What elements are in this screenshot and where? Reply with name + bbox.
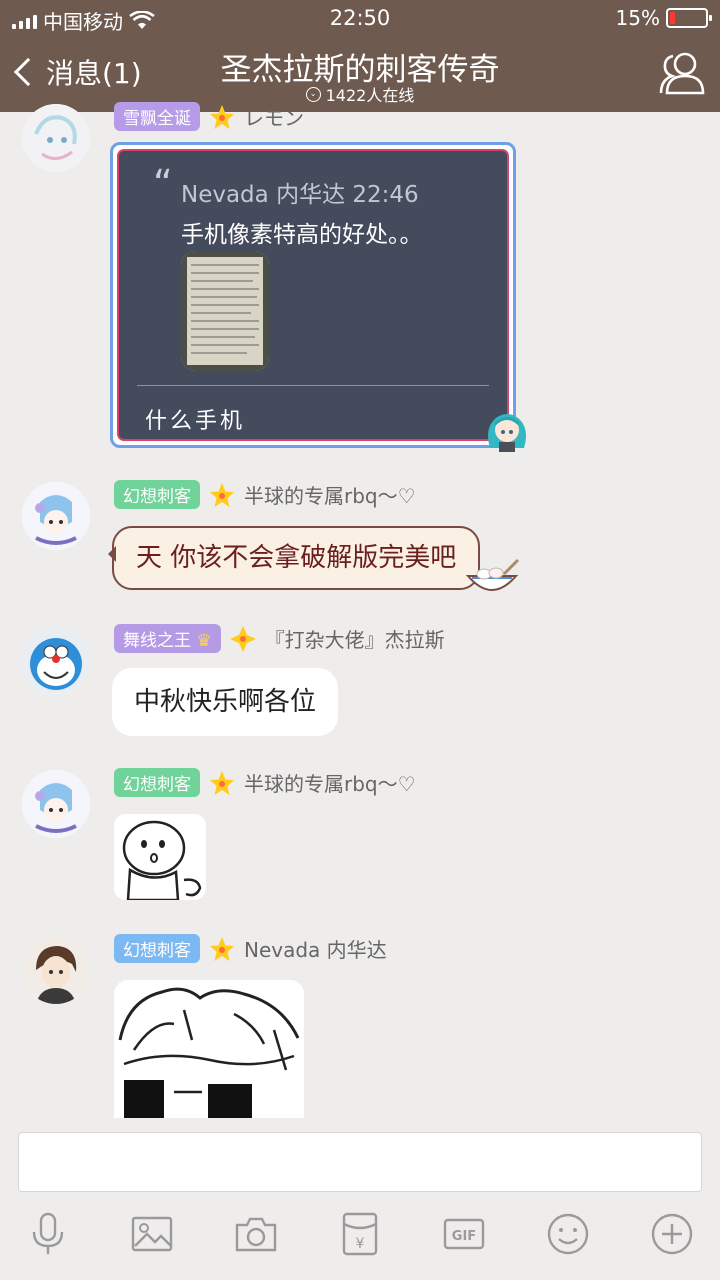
user-title-label: 舞线之王	[123, 631, 191, 651]
sender-name[interactable]: Nevada 内华达	[244, 934, 387, 963]
sender-name[interactable]: 半球的专属rbq～♡	[244, 480, 416, 509]
avatar[interactable]	[22, 482, 90, 550]
message-meta: 雪飘全诞 レモン	[114, 102, 304, 131]
svg-text:¥: ¥	[356, 1236, 365, 1252]
members-icon[interactable]	[658, 50, 706, 96]
crown-icon: ♛	[196, 631, 212, 651]
miku-sticker-icon	[488, 414, 526, 452]
battery: 15%	[615, 6, 712, 30]
message-meta: 幻想刺客 Nevada 内华达	[114, 934, 387, 963]
star-badge-icon	[208, 481, 236, 509]
message-meta: 幻想刺客 半球的专属rbq～♡	[114, 768, 416, 797]
avatar[interactable]	[22, 770, 90, 838]
user-title-badge: 雪飘全诞	[114, 102, 200, 131]
divider	[137, 385, 489, 386]
quoted-author: Nevada 内华达 22:46	[181, 182, 419, 208]
microphone-icon[interactable]	[26, 1212, 70, 1260]
star-badge-icon	[208, 769, 236, 797]
svg-text:GIF: GIF	[452, 1229, 476, 1244]
user-title-badge: 幻想刺客	[114, 934, 200, 963]
avatar[interactable]	[22, 936, 90, 1004]
gif-icon[interactable]: GIF	[442, 1212, 486, 1260]
battery-icon	[666, 8, 712, 28]
user-title-badge: 幻想刺客	[114, 768, 200, 797]
sender-name[interactable]: 半球的专属rbq～♡	[244, 768, 416, 797]
reply-text: 什么手机	[145, 409, 246, 434]
quote-reply-bubble[interactable]: “ Nevada 内华达 22:46 手机像素特高的好处。。 什么手机	[110, 142, 516, 448]
toolbar: ¥ GIF	[0, 1212, 720, 1260]
message-input[interactable]	[18, 1132, 702, 1192]
chat-header: 中国移动 22:50 15% 消息(1) 圣杰拉斯的刺客传奇 ⌄ 1422人在线	[0, 0, 720, 112]
star-badge-icon	[208, 103, 236, 131]
user-title-badge: 舞线之王 ♛	[114, 624, 221, 653]
sticker-image[interactable]	[114, 980, 304, 1118]
plus-icon[interactable]	[650, 1212, 694, 1260]
star-badge-icon	[229, 625, 257, 653]
red-packet-icon[interactable]: ¥	[338, 1212, 382, 1260]
sender-name[interactable]: レモン	[244, 102, 304, 131]
user-title-badge: 幻想刺客	[114, 480, 200, 509]
camera-icon[interactable]	[234, 1212, 278, 1260]
sticker-image[interactable]	[114, 814, 206, 900]
quoted-image[interactable]	[181, 251, 269, 371]
clock: 22:50	[329, 6, 391, 30]
quoted-text: 手机像素特高的好处。。	[181, 222, 423, 248]
message-meta: 幻想刺客 半球的专属rbq～♡	[114, 480, 416, 509]
emoji-icon[interactable]	[546, 1212, 590, 1260]
online-count[interactable]: ⌄ 1422人在线	[0, 82, 720, 106]
message-bubble[interactable]: 中秋快乐啊各位	[112, 668, 339, 736]
online-count-label: 1422人在线	[325, 86, 415, 105]
input-area: ¥ GIF	[0, 1118, 720, 1280]
battery-percent: 15%	[615, 6, 660, 30]
star-badge-icon	[208, 935, 236, 963]
status-bar: 中国移动 22:50 15%	[0, 0, 720, 36]
chevron-down-icon: ⌄	[305, 86, 321, 102]
quote-mark-icon: “	[153, 162, 173, 206]
message-meta: 舞线之王 ♛ 『打杂大佬』杰拉斯	[114, 624, 445, 653]
avatar[interactable]	[22, 104, 90, 172]
avatar[interactable]	[22, 626, 90, 694]
message-bubble[interactable]: 天 你该不会拿破解版完美吧	[107, 526, 481, 590]
sender-name[interactable]: 『打杂大佬』杰拉斯	[265, 624, 445, 653]
tangyuan-bowl-icon	[465, 558, 520, 591]
image-icon[interactable]	[130, 1212, 174, 1260]
